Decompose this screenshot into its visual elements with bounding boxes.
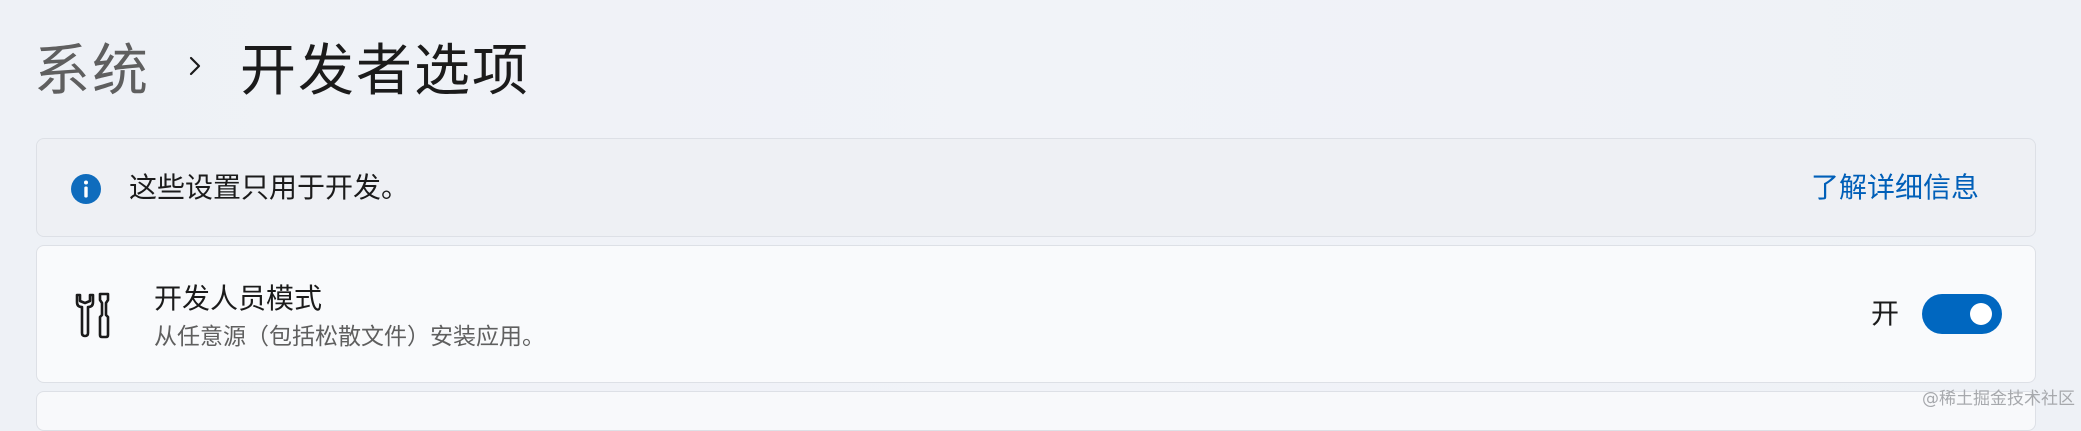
toggle-knob	[1970, 303, 1992, 325]
info-icon	[70, 173, 102, 205]
breadcrumb: 系统 开发者选项	[34, 24, 530, 108]
info-bar-text: 这些设置只用于开发。	[129, 171, 410, 204]
developer-mode-toggle[interactable]	[1922, 294, 2002, 334]
chevron-right-icon	[180, 51, 210, 81]
toggle-state-label: 开	[1870, 297, 1899, 330]
developer-mode-title: 开发人员模式	[154, 282, 323, 315]
info-bar: 这些设置只用于开发。 了解详细信息	[36, 138, 2036, 237]
learn-more-link[interactable]: 了解详细信息	[1811, 166, 1979, 210]
developer-mode-description: 从任意源（包括松散文件）安装应用。	[154, 324, 545, 350]
page-title: 开发者选项	[240, 38, 530, 104]
watermark: @稀土掘金技术社区	[1922, 389, 2075, 409]
next-setting-card	[36, 391, 2036, 431]
breadcrumb-parent-link[interactable]: 系统	[34, 26, 150, 107]
developer-mode-setting: 开发人员模式 从任意源（包括松散文件）安装应用。 开	[36, 245, 2036, 383]
tools-icon	[73, 291, 113, 339]
